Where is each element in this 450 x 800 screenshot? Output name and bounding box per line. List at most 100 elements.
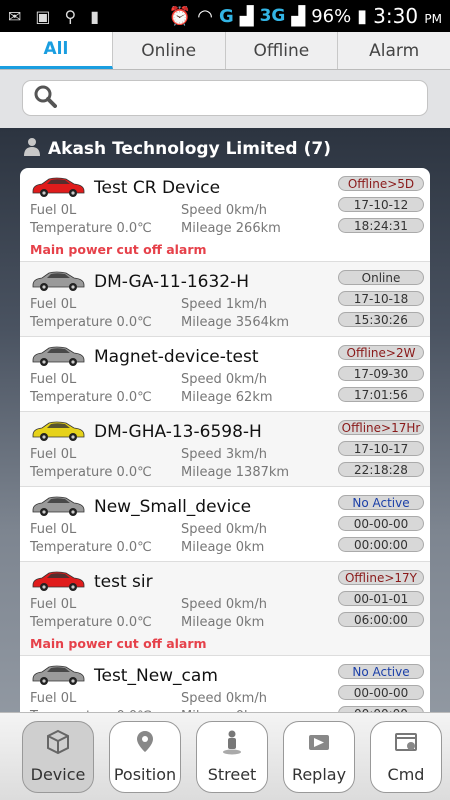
fuel-value: Fuel 0L [30, 372, 77, 387]
date-badge: 17-10-17 [338, 441, 424, 456]
time-badge: 17:01:56 [338, 387, 424, 402]
speed-value: Speed 3km/h [181, 447, 267, 462]
signal-icon-2: ▟ [291, 5, 306, 27]
fuel-value: Fuel 0L [30, 691, 77, 706]
cube-icon [45, 729, 71, 759]
wifi-icon: ◠ [197, 5, 213, 27]
list-item[interactable]: Test_New_camFuel 0LSpeed 0km/hTemperatur… [20, 656, 430, 716]
car-icon [30, 343, 94, 371]
notification-icons: ✉ ▣ ⚲ ▮ [8, 7, 99, 26]
list-item[interactable]: DM-GA-11-1632-H Fuel 0L Speed 1km/h Tempera… [20, 262, 430, 337]
tab-online[interactable]: Online [113, 32, 226, 69]
date-badge: 17-10-18 [338, 291, 424, 306]
mileage-value: Mileage 0km [181, 540, 265, 555]
bottom-nav: Device Position Street Replay Cmd [0, 712, 450, 800]
person-icon [22, 136, 42, 161]
status-bar: ✉ ▣ ⚲ ▮ ⏰ ◠ G ▟ 3G ▟ 96% ▮ 3:30 PM [0, 0, 450, 32]
status-badges: Offline>5D 17-10-12 18:24:31 [338, 176, 424, 233]
car-icon [30, 418, 94, 446]
car-icon [30, 174, 94, 202]
temperature-value: Temperature 0.0℃ [30, 540, 152, 555]
status-badge: No Active [338, 664, 424, 679]
fuel-value: Fuel 0L [30, 522, 77, 537]
date-badge: 00-00-00 [338, 685, 424, 700]
mileage-value: Mileage 1387km [181, 465, 290, 480]
fuel-value: Fuel 0L [30, 447, 77, 462]
status-badge: Offline>5D [338, 176, 424, 191]
nav-cmd-label: Cmd [387, 764, 425, 784]
speed-value: Speed 1km/h [181, 297, 267, 312]
device-list: Test CR Device Fuel 0L Speed 0km/h Temperat… [20, 168, 430, 716]
car-icon [30, 662, 94, 690]
alarm-text: Main power cut off alarm [30, 636, 207, 651]
nav-replay-button[interactable]: Replay [283, 720, 355, 793]
group-header[interactable]: Akash Technology Limited (7) [22, 136, 331, 161]
mail-icon: ✉ [8, 6, 22, 26]
status-badges: Online 17-10-18 15:30:26 [338, 270, 424, 327]
time-badge: 06:00:00 [338, 612, 424, 627]
alarm-text: Main power cut off alarm [30, 242, 207, 257]
date-badge: 00-01-01 [338, 591, 424, 606]
location-pin-icon [132, 729, 158, 759]
device-name: DM-GHA-13-6598-H [94, 422, 262, 442]
device-name: Magnet-device-test [94, 347, 259, 367]
status-badge: No Active [338, 495, 424, 510]
command-window-icon [393, 729, 419, 759]
signal-icon: ▟ [239, 5, 254, 27]
list-item[interactable]: New_Small_device Fuel 0L Speed 0km/h Temper… [20, 487, 430, 562]
nav-position-button[interactable]: Position [109, 720, 181, 793]
date-badge: 17-09-30 [338, 366, 424, 381]
car-icon [30, 268, 94, 296]
search-area [0, 70, 450, 128]
status-badges: No Active 00-00-00 00:00:00 [338, 495, 424, 552]
mileage-value: Mileage 3564km [181, 315, 290, 330]
status-badge: Offline>17Hr [338, 420, 424, 435]
video-camera-icon [306, 729, 332, 759]
nav-street-label: Street [207, 764, 257, 784]
speed-value: Speed 0km/h [181, 522, 267, 537]
status-badge: Offline>17Y [338, 570, 424, 585]
search-box[interactable] [22, 80, 428, 116]
group-name: Akash Technology Limited [48, 138, 298, 159]
fuel-value: Fuel 0L [30, 203, 77, 218]
tab-all[interactable]: All [0, 32, 113, 69]
temperature-value: Temperature 0.0℃ [30, 615, 152, 630]
status-badges: Offline>17Hr 17-10-17 22:18:28 [338, 420, 424, 477]
status-badges: No Active00-00-0000:00:00 [338, 664, 424, 716]
car-icon [30, 568, 94, 596]
alarm-clock-icon: ⏰ [168, 5, 192, 27]
status-badges: Offline>17Y 00-01-01 06:00:00 [338, 570, 424, 627]
device-name: Test_New_cam [94, 666, 218, 686]
sd-card-icon: ▮ [90, 6, 100, 26]
nav-replay-label: Replay [291, 764, 347, 784]
mileage-value: Mileage 0km [181, 615, 265, 630]
temperature-value: Temperature 0.0℃ [30, 221, 152, 236]
tab-offline[interactable]: Offline [226, 32, 339, 69]
status-badge: Offline>2W [338, 345, 424, 360]
list-item[interactable]: Test CR Device Fuel 0L Speed 0km/h Temperat… [20, 168, 430, 262]
mileage-value: Mileage 62km [181, 390, 273, 405]
network-3g: 3G [259, 6, 286, 26]
list-item[interactable]: test sir Fuel 0L Speed 0km/h Temperature 0.… [20, 562, 430, 656]
status-badges: Offline>2W 17-09-30 17:01:56 [338, 345, 424, 402]
fuel-value: Fuel 0L [30, 297, 77, 312]
filter-tabs: All Online Offline Alarm [0, 32, 450, 70]
time-badge: 18:24:31 [338, 218, 424, 233]
battery-icon: ▮ [357, 5, 368, 27]
tab-alarm[interactable]: Alarm [338, 32, 450, 69]
fuel-value: Fuel 0L [30, 597, 77, 612]
list-item[interactable]: DM-GHA-13-6598-H Fuel 0L Speed 3km/h Temper… [20, 412, 430, 487]
nav-device-label: Device [30, 764, 86, 784]
list-item[interactable]: Magnet-device-test Fuel 0L Speed 0km/h Temp… [20, 337, 430, 412]
search-icon [33, 84, 57, 112]
nav-cmd-button[interactable]: Cmd [370, 720, 442, 793]
date-badge: 00-00-00 [338, 516, 424, 531]
nav-device-button[interactable]: Device [22, 720, 94, 793]
time-badge: 00:00:00 [338, 537, 424, 552]
nav-street-button[interactable]: Street [196, 720, 268, 793]
speed-value: Speed 0km/h [181, 691, 267, 706]
search-input[interactable] [65, 89, 427, 107]
street-view-person-icon [219, 729, 245, 759]
clock: 3:30 PM [373, 4, 442, 28]
speed-value: Speed 0km/h [181, 597, 267, 612]
